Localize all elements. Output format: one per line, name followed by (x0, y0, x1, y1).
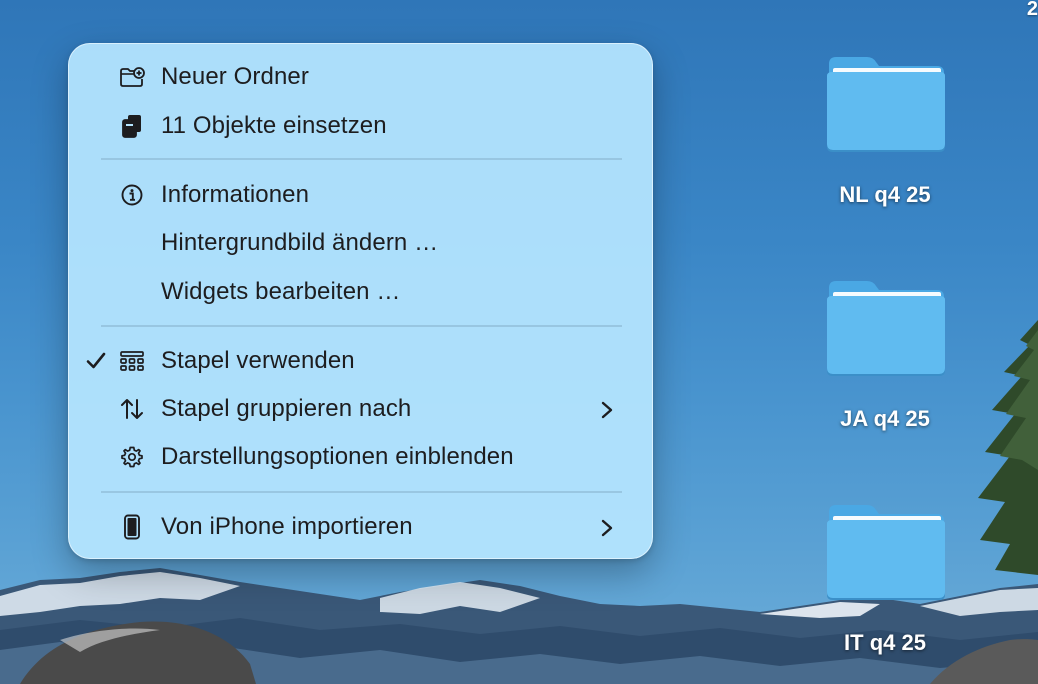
menu-item-label: Stapel verwenden (161, 347, 355, 374)
folder-icon (827, 281, 945, 376)
desktop[interactable]: 2 NL q4 25 JA q4 25 IT q4 25 Neuer Ordne… (0, 0, 1038, 684)
menu-item-label: Hintergrundbild ändern … (161, 229, 439, 256)
chevron-right-icon (600, 399, 614, 419)
menu-item-label: Stapel gruppieren nach (161, 395, 412, 422)
menu-item-group-stacks-by[interactable]: Stapel gruppieren nach (79, 389, 644, 429)
paste-icon (119, 113, 145, 139)
desktop-folder-ja[interactable]: JA q4 25 (800, 278, 970, 458)
folder-label: IT q4 25 (844, 630, 926, 655)
menu-separator (101, 491, 622, 493)
menu-item-edit-widgets[interactable]: Widgets bearbeiten … (79, 272, 644, 312)
checkmark-icon (83, 348, 109, 374)
menu-separator (101, 325, 622, 327)
gear-icon (119, 444, 145, 470)
iphone-icon (119, 514, 145, 540)
stacks-icon (119, 348, 145, 374)
menu-item-import-from-iphone[interactable]: Von iPhone importieren (79, 507, 644, 547)
info-icon (119, 182, 145, 208)
menu-item-new-folder[interactable]: Neuer Ordner (79, 57, 644, 97)
menu-item-paste-objects[interactable]: 11 Objekte einsetzen (79, 106, 644, 146)
menu-item-use-stacks[interactable]: Stapel verwenden (79, 341, 644, 381)
folder-icon (827, 505, 945, 600)
menu-bar-clock-fragment: 2 (1026, 0, 1038, 20)
folder-icon (827, 57, 945, 152)
menu-item-label: Neuer Ordner (161, 63, 309, 90)
folder-label: NL q4 25 (839, 182, 931, 207)
chevron-right-icon (600, 517, 614, 537)
menu-item-label: Von iPhone importieren (161, 513, 413, 540)
menu-item-show-view-options[interactable]: Darstellungsoptionen einblenden (79, 437, 644, 477)
menu-item-label: Informationen (161, 181, 310, 208)
sort-arrows-icon (119, 396, 145, 422)
menu-item-label: Widgets bearbeiten … (161, 278, 401, 305)
menu-item-label: Darstellungsoptionen einblenden (161, 443, 514, 470)
desktop-context-menu: Neuer Ordner 11 Objekte einsetzen Inform… (68, 43, 653, 559)
desktop-folder-nl[interactable]: NL q4 25 (800, 54, 970, 234)
folder-label: JA q4 25 (840, 406, 930, 431)
desktop-folder-it[interactable]: IT q4 25 (800, 502, 970, 682)
menu-item-label: 11 Objekte einsetzen (161, 112, 387, 139)
menu-separator (101, 158, 622, 160)
menu-item-info[interactable]: Informationen (79, 175, 644, 215)
menu-item-change-wallpaper[interactable]: Hintergrundbild ändern … (79, 223, 644, 263)
new-folder-icon (119, 64, 145, 90)
